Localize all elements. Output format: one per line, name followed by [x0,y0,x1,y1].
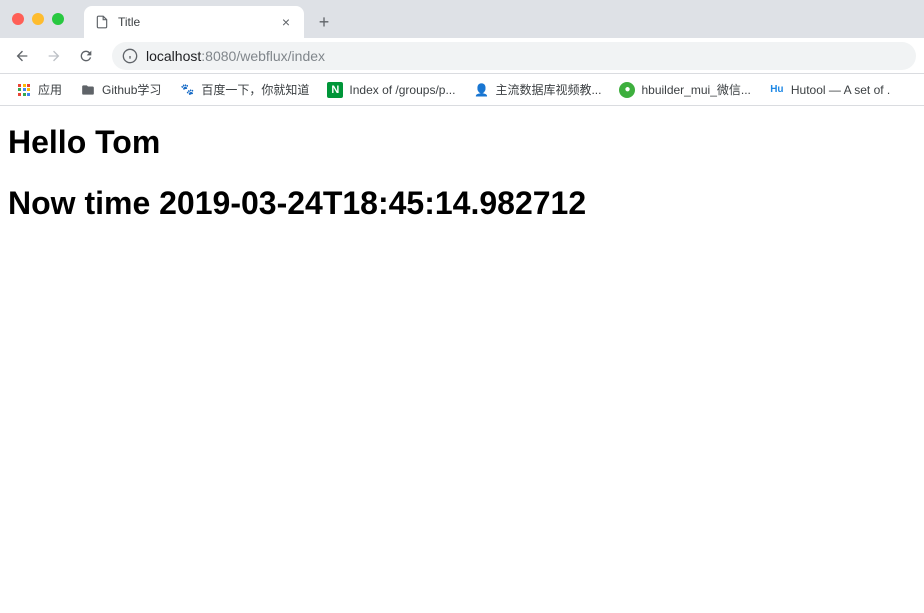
folder-icon [80,82,96,98]
tab-bar: Title × + [0,0,924,38]
window-controls [0,0,76,38]
bookmark-label: 主流数据库视频教... [495,81,601,98]
bookmark-label: 应用 [38,81,62,98]
bookmark-label: Hutool — A set of . [791,83,890,97]
bookmarks-bar: 应用 Github学习 🐾 百度一下，你就知道 N Index of /grou… [0,74,924,106]
reload-button[interactable] [72,42,100,70]
apps-icon [16,82,32,98]
heading-time: Now time 2019-03-24T18:45:14.982712 [8,185,916,222]
url-host: localhost [146,48,201,64]
toolbar: localhost:8080/webflux/index [0,38,924,74]
person-icon: 👤 [473,82,489,98]
bookmark-label: Index of /groups/p... [349,83,455,97]
site-info-icon[interactable] [122,48,138,64]
new-tab-button[interactable]: + [310,8,338,36]
bookmark-github[interactable]: Github学习 [72,77,169,102]
heading-hello: Hello Tom [8,124,916,161]
bookmark-nexus[interactable]: N Index of /groups/p... [319,78,463,102]
page-icon [94,14,110,30]
minimize-window-button[interactable] [32,13,44,25]
bookmark-label: hbuilder_mui_微信... [641,81,750,98]
back-button[interactable] [8,42,36,70]
bookmark-label: Github学习 [102,81,161,98]
close-tab-button[interactable]: × [278,14,294,30]
bookmark-database[interactable]: 👤 主流数据库视频教... [465,77,609,102]
bookmark-apps[interactable]: 应用 [8,77,70,102]
bookmark-label: 百度一下，你就知道 [201,81,309,98]
close-window-button[interactable] [12,13,24,25]
bookmark-hbuilder[interactable]: ● hbuilder_mui_微信... [611,77,758,102]
maximize-window-button[interactable] [52,13,64,25]
url-path: /webflux/index [236,48,325,64]
hutool-icon: Hu [769,82,785,98]
url-text: localhost:8080/webflux/index [146,48,325,64]
browser-window: Title × + localhost:8080/webflux/index [0,0,924,613]
address-bar[interactable]: localhost:8080/webflux/index [112,42,916,70]
hbuilder-icon: ● [619,82,635,98]
url-port: :8080 [201,48,236,64]
forward-button[interactable] [40,42,68,70]
baidu-icon: 🐾 [179,82,195,98]
tab-title: Title [118,15,270,29]
bookmark-baidu[interactable]: 🐾 百度一下，你就知道 [171,77,317,102]
page-content: Hello Tom Now time 2019-03-24T18:45:14.9… [0,106,924,613]
bookmark-hutool[interactable]: Hu Hutool — A set of . [761,78,898,102]
n-icon: N [327,82,343,98]
browser-tab[interactable]: Title × [84,6,304,38]
